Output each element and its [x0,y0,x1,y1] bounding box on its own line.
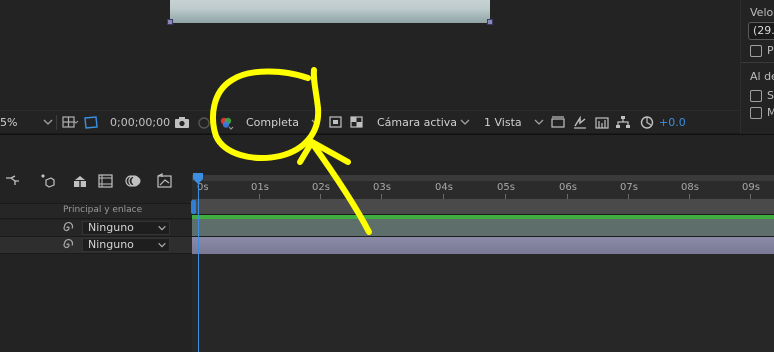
timeline-panel: Principal y enlace Ninguno Ninguno 0s 01… [0,134,774,352]
ruler-tick-label: 03s [373,182,391,193]
pick-whip-icon[interactable] [61,238,75,252]
layer-row[interactable]: Ninguno [0,220,192,237]
toolbar-divider [56,115,57,130]
ruler-tick-label: 07s [620,182,638,193]
layer-row[interactable]: Ninguno [0,237,192,254]
composition-frame[interactable] [170,0,490,23]
resolution-dropdown[interactable]: Completa [246,114,299,131]
viewer-toolbar: 5% 0;00;00;00 Completa Cámara activa 1 V… [0,110,740,134]
reset-exposure-icon[interactable] [638,114,656,131]
chevron-down-icon[interactable] [157,240,167,250]
toggle-pixel-aspect-icon[interactable] [549,114,567,131]
mask-visibility-icon[interactable] [82,114,100,131]
chevron-down-icon[interactable] [42,116,54,128]
work-area-bar[interactable] [192,175,774,181]
ruler-tick-label: 06s [559,182,577,193]
ruler-tick-label: 05s [497,182,515,193]
playhead-handle-icon[interactable] [192,173,204,185]
zoom-dropdown[interactable]: 5% [0,114,17,131]
layer-column-header: Principal y enlace [0,203,192,219]
option-p-checkbox[interactable] [750,45,762,57]
empty-track-area[interactable] [192,254,774,352]
layer-track[interactable] [192,237,774,254]
layer-track[interactable] [192,219,774,237]
parent-link-column-label[interactable]: Principal y enlace [63,205,142,215]
ruler-tick-label: 01s [251,182,269,193]
preview-panel: Veloc (29. P Al de S M [740,0,774,133]
region-of-interest-icon[interactable] [327,114,345,131]
layer-panel: Principal y enlace Ninguno Ninguno [0,135,192,352]
resize-handle[interactable] [487,19,493,25]
playhead[interactable] [198,175,199,352]
time-navigator-start[interactable] [191,200,196,214]
timeline-icon[interactable] [593,114,611,131]
view-layout-dropdown[interactable]: 1 Vista [484,114,522,131]
option-s-checkbox[interactable] [750,90,762,102]
composition-viewer[interactable] [0,0,740,110]
ruler-tick-label: 08s [681,182,699,193]
option-s-label: S [767,89,774,102]
option-m-label: M [767,106,774,119]
camera-icon[interactable] [173,114,191,131]
motion-blur-icon[interactable] [123,172,143,190]
chevron-down-icon[interactable] [73,119,79,125]
draft-3d-icon[interactable] [37,172,57,190]
timeline-track-area[interactable]: 0s 01s 02s 03s 04s 05s 06s 07s 08s 09s [192,135,774,352]
chevron-down-icon[interactable] [228,125,234,131]
velocity-label: Veloc [750,6,774,19]
resize-handle[interactable] [167,19,173,25]
ruler-tick-label: 09s [742,182,760,193]
pick-whip-icon[interactable] [61,221,75,235]
work-area-range[interactable] [192,199,774,215]
fast-previews-icon[interactable] [571,114,589,131]
ruler-tick-label: 02s [312,182,330,193]
frame-blending-icon[interactable] [97,172,117,190]
panel-divider [741,62,774,63]
chevron-down-icon[interactable] [310,116,322,128]
flowchart-icon[interactable] [614,114,632,131]
ruler-tick-label: 04s [435,182,453,193]
graph-toggle-icon[interactable] [155,172,175,190]
chevron-down-icon[interactable] [459,116,471,128]
hide-shy-layers-icon[interactable] [70,172,90,190]
camera-view-dropdown[interactable]: Cámara activa [377,114,457,131]
current-time-display[interactable]: 0;00;00;00 [110,111,170,134]
chevron-down-icon[interactable] [157,223,167,233]
option-p-label: P [767,44,774,57]
fps-dropdown[interactable]: (29. [748,22,774,40]
exposure-value[interactable]: +0.0 [659,111,686,134]
chevron-down-icon[interactable] [533,116,545,128]
section-label: Al de [750,70,774,83]
option-m-checkbox[interactable] [750,107,762,119]
graph-editor-icon[interactable] [3,172,23,190]
show-snapshot-icon[interactable] [195,114,213,131]
transparency-grid-icon[interactable] [348,114,366,131]
